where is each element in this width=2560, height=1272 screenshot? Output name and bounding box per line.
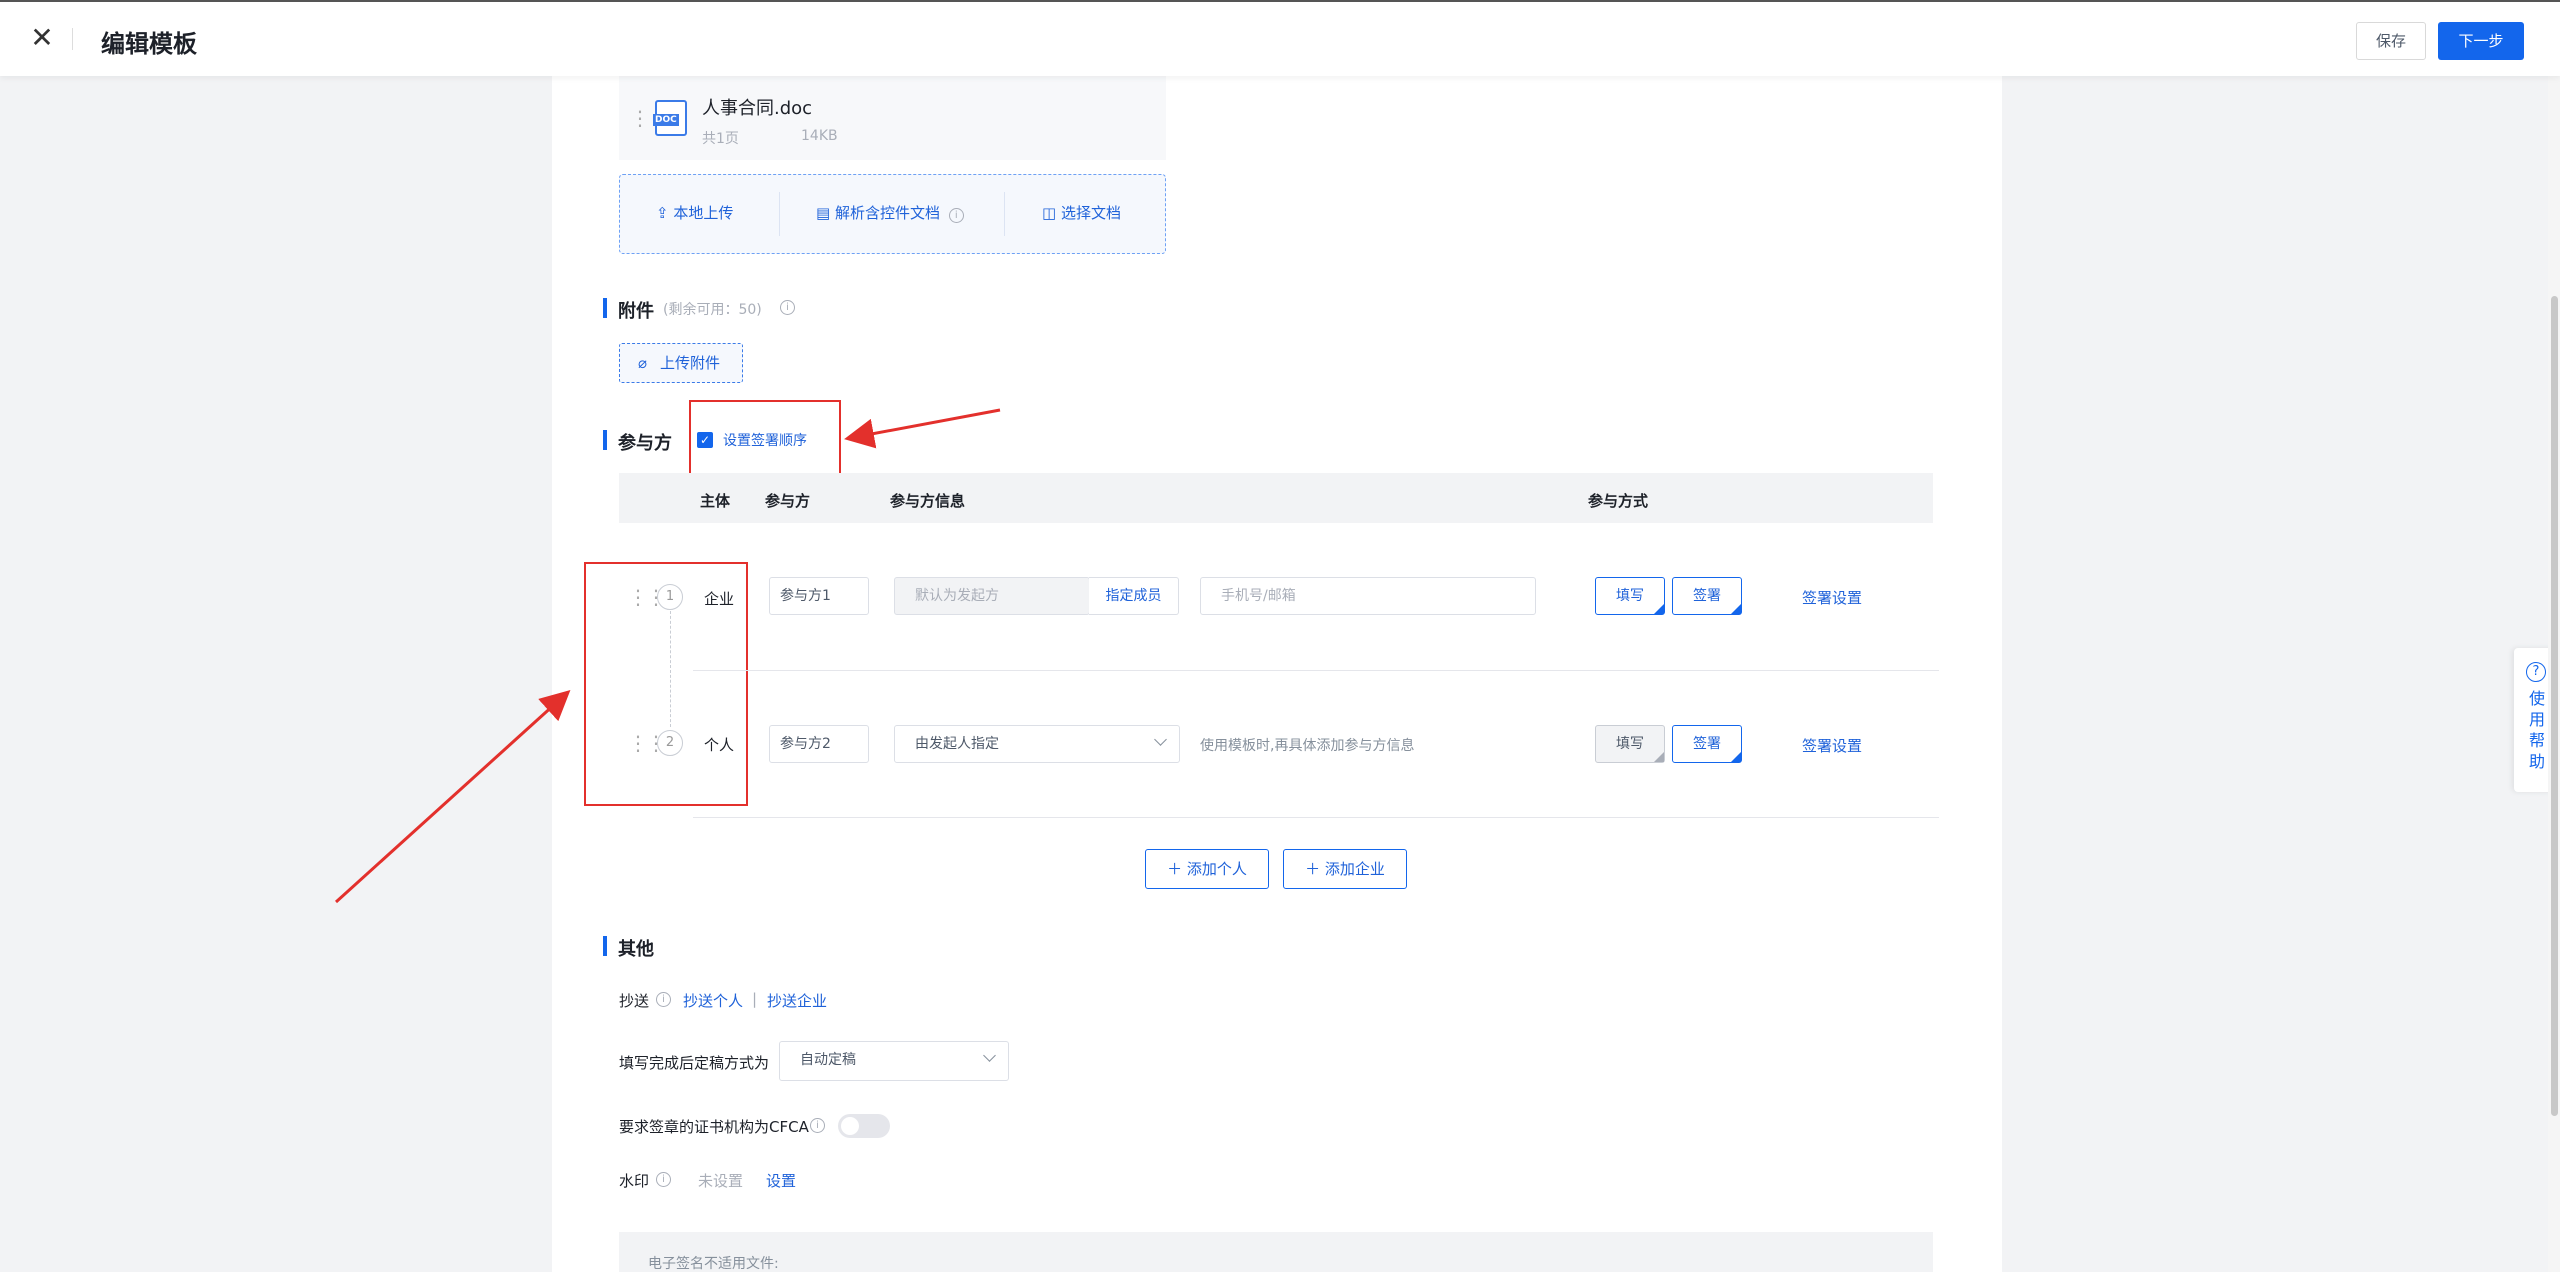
section-marker <box>603 936 607 956</box>
sign-settings-link[interactable]: 签署设置 <box>1802 587 1862 608</box>
watermark-label: 水印 <box>619 1172 650 1190</box>
subject-label: 个人 <box>704 736 735 754</box>
party-info-input: 默认为发起方 <box>894 577 1090 615</box>
watermark-settings-link[interactable]: 设置 <box>766 1170 796 1191</box>
question-icon[interactable]: ? <box>2526 662 2546 682</box>
page-title: 编辑模板 <box>101 30 197 58</box>
order-number: 1 <box>657 584 683 610</box>
fill-toggle[interactable]: 填写 <box>1595 725 1665 763</box>
add-person-button[interactable]: ＋ 添加个人 <box>1145 849 1269 889</box>
col-subject: 主体 <box>700 492 731 510</box>
row-divider <box>693 670 1939 671</box>
chevron-down-icon <box>1154 733 1167 746</box>
divider <box>72 28 73 50</box>
order-number: 2 <box>657 730 683 756</box>
finalize-select[interactable]: 自动定稿 <box>779 1041 1009 1081</box>
contact-input[interactable]: 手机号/邮箱 <box>1200 577 1536 615</box>
cc-separator: | <box>752 990 758 1008</box>
plus-icon: ＋ <box>1305 860 1321 878</box>
finalize-label: 填写完成后定稿方式为 <box>619 1054 770 1072</box>
next-step-button[interactable]: 下一步 <box>2438 22 2524 60</box>
annotation-arrows <box>334 408 1001 904</box>
sign-toggle[interactable]: 签署 <box>1672 577 1742 615</box>
cfca-toggle[interactable] <box>838 1114 890 1138</box>
cc-label: 抄送 <box>619 992 650 1010</box>
row-divider <box>693 817 1939 818</box>
info-icon[interactable]: i <box>656 1172 671 1187</box>
top-bar: ✕ 编辑模板 保存 下一步 <box>0 0 2560 76</box>
esign-note-panel <box>619 1232 1933 1272</box>
chevron-down-icon <box>983 1049 996 1062</box>
cfca-label: 要求签章的证书机构为CFCA <box>619 1118 809 1136</box>
col-method: 参与方式 <box>1588 492 1649 510</box>
sign-settings-link[interactable]: 签署设置 <box>1802 735 1862 756</box>
cc-company-link[interactable]: 抄送企业 <box>767 990 827 1011</box>
watermark-status: 未设置 <box>698 1172 744 1190</box>
order-connector <box>670 611 671 727</box>
add-company-button[interactable]: ＋ 添加企业 <box>1283 849 1407 889</box>
col-party-info: 参与方信息 <box>890 492 966 510</box>
party-info-select[interactable]: 由发起人指定 <box>894 725 1180 763</box>
scrollbar-thumb[interactable] <box>2551 296 2558 1116</box>
help-label[interactable]: 使用帮助 <box>2529 688 2545 772</box>
info-icon[interactable]: i <box>656 992 671 1007</box>
esign-note: 电子签名不适用文件: <box>648 1256 779 1272</box>
plus-icon: ＋ <box>1167 860 1183 878</box>
save-button[interactable]: 保存 <box>2356 22 2426 60</box>
sign-toggle[interactable]: 签署 <box>1672 725 1742 763</box>
participants-table-header <box>619 473 1933 523</box>
fill-toggle[interactable]: 填写 <box>1595 577 1665 615</box>
party-name-input[interactable]: 参与方1 <box>769 577 869 615</box>
cc-person-link[interactable]: 抄送个人 <box>683 990 743 1011</box>
party-name-input[interactable]: 参与方2 <box>769 725 869 763</box>
other-title: 其他 <box>618 939 654 960</box>
contact-hint: 使用模板时,再具体添加参与方信息 <box>1200 738 1415 754</box>
assign-member-button[interactable]: 指定成员 <box>1089 577 1179 615</box>
subject-label: 企业 <box>704 590 735 608</box>
info-icon[interactable]: i <box>810 1118 825 1133</box>
col-party: 参与方 <box>765 492 811 510</box>
close-icon[interactable]: ✕ <box>24 20 60 56</box>
